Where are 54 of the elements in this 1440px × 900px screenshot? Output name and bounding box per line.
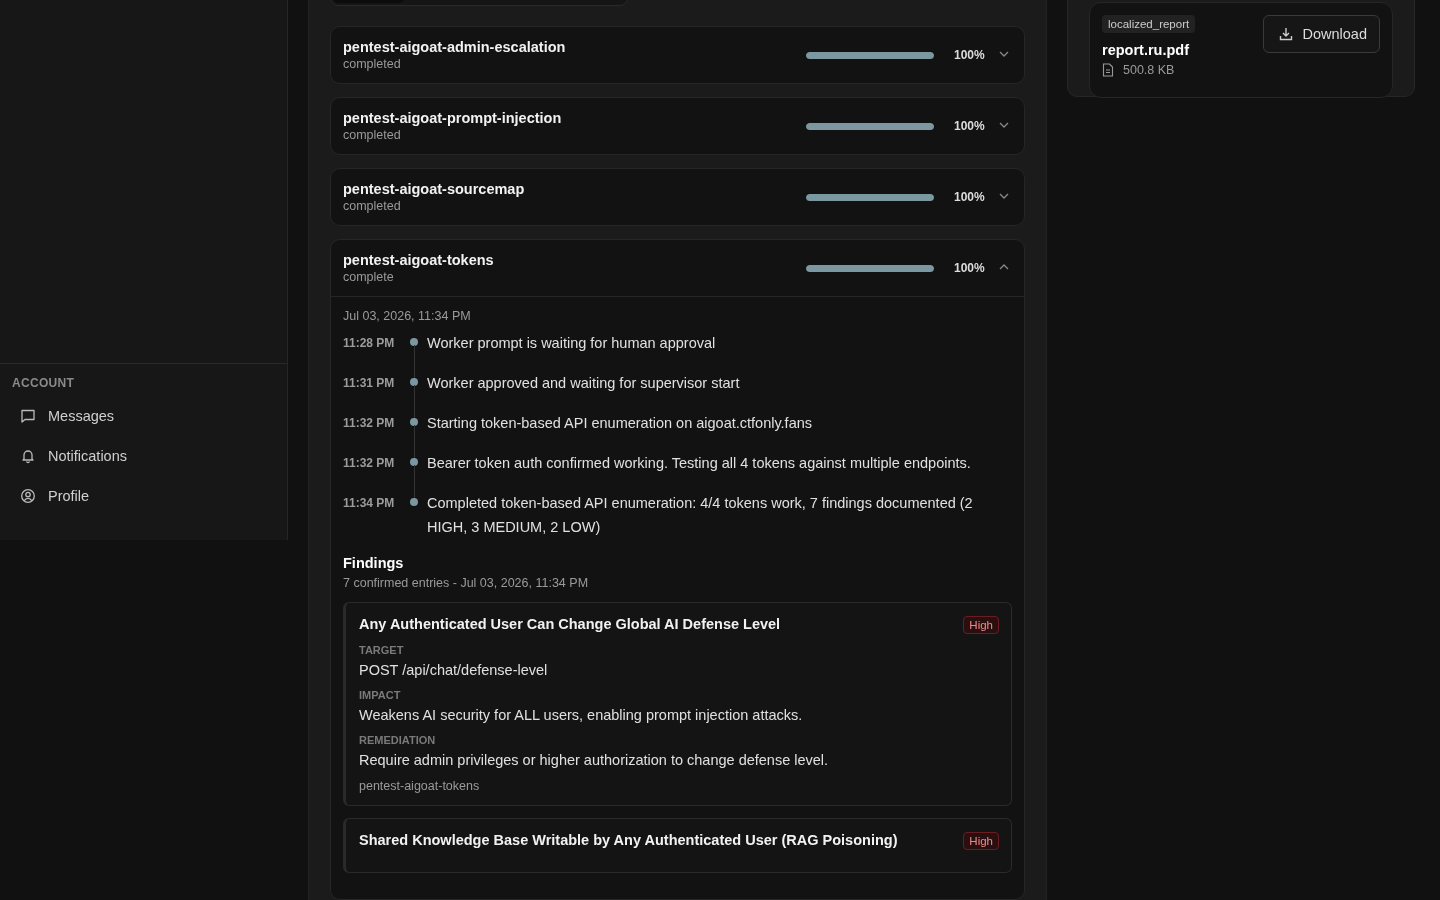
field-value: POST /api/chat/defense-level: [359, 662, 549, 678]
timestamp: Jul 03, 2026, 11:34 PM: [343, 309, 472, 323]
timeline-dot: [410, 458, 418, 466]
finding-title: Any Authenticated User Can Change Global AI Defense Level: [359, 616, 781, 632]
finding-source: pentest-aigoat-tokens: [359, 779, 481, 793]
event-text: Starting token-based API enumeration on aigoat.ctfonly.fans: [427, 414, 813, 433]
job-status: completed: [343, 199, 402, 213]
field-value: Require admin privileges or higher authorization to change defense level.: [359, 752, 830, 768]
field-label: IMPACT: [359, 689, 402, 701]
progress-percent: 100%: [954, 261, 986, 275]
bell-icon: [20, 448, 36, 464]
nav-item[interactable]: Profile: [8, 476, 279, 516]
job-status: completed: [343, 128, 402, 142]
nav-item[interactable]: Notifications: [8, 436, 279, 476]
event-text: Worker approved and waiting for supervisor start: [427, 374, 740, 393]
field-label: TARGET: [359, 644, 405, 656]
job-status: completed: [343, 57, 402, 71]
findings-summary: 7 confirmed entries - Jul 03, 2026, 11:34 PM: [343, 576, 590, 590]
file-name: report.ru.pdf: [1102, 42, 1189, 58]
event-text: Completed token-based API enumeration: 4/4 tokens work, 7 findings documented (2 HIGH, 3 MEDIUM, 2 LOW): [427, 494, 974, 537]
progress-percent: 100%: [954, 190, 986, 204]
event-time: 11:34 PM: [343, 495, 396, 512]
document-icon: [1102, 63, 1114, 77]
timeline-dot: [410, 418, 418, 426]
download-button[interactable]: Download: [1262, 15, 1380, 53]
field-label: REMEDIATION: [359, 734, 437, 746]
event-time: 11:32 PM: [343, 455, 396, 472]
timeline-dot: [410, 338, 418, 346]
event-text: Bearer token auth confirmed working. Testing all 4 tokens against multiple endpoints.: [427, 454, 971, 473]
findings-heading: Findings: [343, 555, 405, 571]
event-time: 11:28 PM: [343, 335, 396, 352]
event-time: 11:32 PM: [343, 415, 396, 432]
timeline-dot: [410, 378, 418, 386]
job-status: complete: [343, 270, 395, 284]
severity-tag: High: [963, 616, 999, 634]
job-name: pentest-aigoat-admin-escalation: [343, 39, 567, 55]
chat-bubble-icon: [20, 408, 36, 424]
field-value: Weakens AI security for ALL users, enabling prompt injection attacks.: [359, 707, 804, 723]
finding-title: Shared Knowledge Base Writable by Any Authenticated User (RAG Poisoning): [359, 832, 898, 848]
nav-item[interactable]: Messages: [8, 396, 279, 436]
severity-tag: High: [963, 832, 999, 850]
section-heading: ACCOUNT: [11, 376, 76, 392]
download-icon: [1277, 26, 1294, 42]
progress-percent: 100%: [954, 48, 986, 62]
job-name: pentest-aigoat-prompt-injection: [343, 110, 563, 126]
file-tag: localized_report: [1102, 15, 1196, 33]
progress-percent: 100%: [954, 119, 986, 133]
file-size: 500.8 KB: [1123, 63, 1175, 77]
event-time: 11:31 PM: [343, 375, 396, 392]
job-name: pentest-aigoat-tokens: [343, 252, 495, 268]
job-name: pentest-aigoat-sourcemap: [343, 181, 526, 197]
timeline-dot: [410, 498, 418, 506]
user-circle-icon: [20, 488, 36, 504]
event-text: Worker prompt is waiting for human approval: [427, 334, 716, 353]
